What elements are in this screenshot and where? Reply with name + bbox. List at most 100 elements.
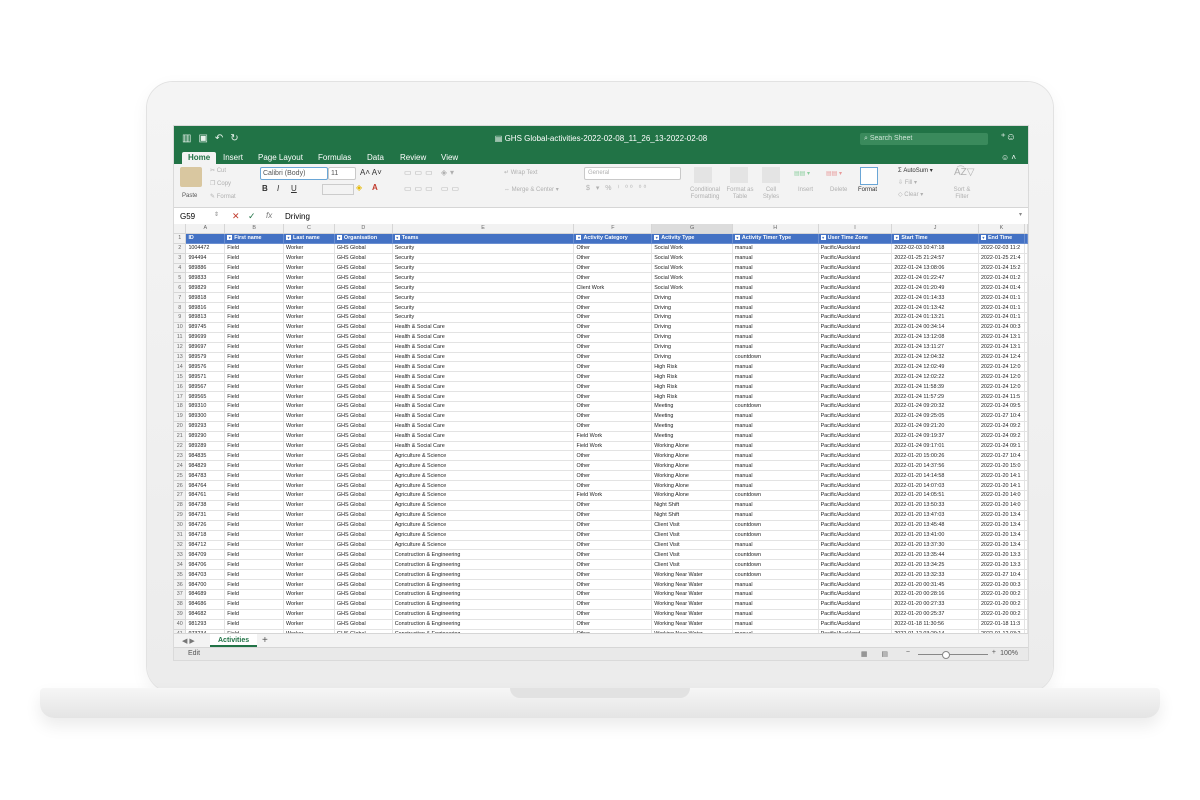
table-cell[interactable]: 989579 xyxy=(185,352,226,363)
table-cell[interactable]: Client Visit xyxy=(651,549,733,561)
table-cell[interactable]: Working Near Water xyxy=(651,589,733,600)
table-cell[interactable]: Pacific/Auckland xyxy=(818,480,893,492)
table-cell[interactable]: Field xyxy=(224,569,285,581)
table-cell[interactable]: 984718 xyxy=(185,530,226,541)
insert-button[interactable]: Insert xyxy=(798,187,813,193)
table-cell[interactable]: Working Near Water xyxy=(651,609,733,620)
align-top-icons[interactable]: ▭▭▭ ◈▾ xyxy=(404,168,457,177)
table-cell[interactable]: Worker xyxy=(283,391,335,403)
table-cell[interactable]: Other xyxy=(573,480,653,492)
table-cell[interactable]: GHS Global xyxy=(334,540,393,551)
table-cell[interactable]: Field xyxy=(224,609,285,620)
row-header[interactable]: 9 xyxy=(174,312,187,323)
table-cell[interactable]: Field xyxy=(224,342,285,353)
table-cell[interactable]: GHS Global xyxy=(334,500,393,511)
table-cell[interactable]: GHS Global xyxy=(334,559,393,571)
empty-cell[interactable] xyxy=(1024,500,1028,511)
sheet-tab-activities[interactable]: Activities xyxy=(210,634,258,647)
bold-button[interactable]: B xyxy=(262,184,268,193)
table-cell[interactable]: 2022-01-20 14:05:51 xyxy=(891,490,979,501)
table-cell[interactable]: Security xyxy=(392,243,575,254)
table-cell[interactable]: Worker xyxy=(283,371,335,383)
table-cell[interactable]: 989697 xyxy=(185,342,226,353)
table-cell[interactable]: Other xyxy=(573,352,653,363)
cell-styles-icon[interactable] xyxy=(762,167,780,183)
table-cell[interactable]: GHS Global xyxy=(334,510,393,521)
function-icon[interactable]: fx xyxy=(266,211,272,220)
table-cell[interactable]: GHS Global xyxy=(334,460,393,472)
table-cell[interactable]: Pacific/Auckland xyxy=(818,549,893,561)
table-cell[interactable]: GHS Global xyxy=(334,619,393,630)
cancel-icon[interactable]: ✕ xyxy=(232,211,240,222)
row-header[interactable]: 16 xyxy=(174,381,187,393)
table-cell[interactable]: Field xyxy=(224,619,285,630)
table-cell[interactable]: 2022-01-24 12:02:49 xyxy=(891,361,979,373)
table-cell[interactable]: Field xyxy=(224,282,285,294)
table-cell[interactable]: Pacific/Auckland xyxy=(818,282,893,294)
table-cell[interactable]: 2022-01-24 09:21:20 xyxy=(891,421,979,432)
empty-cell[interactable] xyxy=(1024,589,1028,600)
table-cell[interactable]: Health & Social Care xyxy=(392,352,575,363)
table-cell[interactable]: Health & Social Care xyxy=(392,342,575,353)
table-cell[interactable]: 2022-01-20 00:2 xyxy=(978,609,1026,620)
table-cell[interactable]: manual xyxy=(732,282,819,294)
table-cell[interactable]: 2022-01-24 11:57:29 xyxy=(891,391,979,403)
table-cell[interactable]: 2022-01-24 01:2 xyxy=(978,272,1026,284)
table-cell[interactable]: Other xyxy=(573,322,653,333)
table-cell[interactable]: Other xyxy=(573,450,653,462)
table-cell[interactable]: Field xyxy=(224,292,285,304)
column-header[interactable]: K xyxy=(978,224,1026,234)
fill-color-icon[interactable]: ◈ xyxy=(356,183,362,192)
empty-cell[interactable] xyxy=(1024,302,1028,314)
empty-cell[interactable] xyxy=(1024,312,1028,323)
table-cell[interactable]: Health & Social Care xyxy=(392,411,575,422)
autosum-button[interactable]: Σ AutoSum ▾ xyxy=(898,167,933,174)
table-cell[interactable]: GHS Global xyxy=(334,431,393,442)
sort-filter-button[interactable]: Sort & Filter xyxy=(948,187,976,201)
empty-cell[interactable] xyxy=(1024,559,1028,571)
table-cell[interactable]: 984731 xyxy=(185,510,226,521)
table-cell[interactable]: Other xyxy=(573,381,653,393)
table-cell[interactable]: Pacific/Auckland xyxy=(818,559,893,571)
tab-insert[interactable]: Insert xyxy=(223,152,243,164)
table-cell[interactable]: Agriculture & Science xyxy=(392,450,575,462)
table-cell[interactable]: 2022-01-20 13:4 xyxy=(978,540,1026,551)
table-cell[interactable]: Client Visit xyxy=(651,530,733,541)
table-cell[interactable]: 2022-01-20 14:37:56 xyxy=(891,460,979,472)
column-header[interactable]: I xyxy=(818,224,893,234)
empty-cell[interactable] xyxy=(1024,272,1028,284)
column-header[interactable]: E xyxy=(392,224,575,234)
filter-dropdown-icon[interactable]: ▾ xyxy=(336,235,342,241)
table-cell[interactable]: Worker xyxy=(283,559,335,571)
expand-formula-icon[interactable]: ▾ xyxy=(1019,211,1022,218)
table-cell[interactable]: 2022-01-24 09:17:01 xyxy=(891,441,979,452)
table-cell[interactable]: Working Alone xyxy=(651,441,733,452)
zoom-level[interactable]: 100% xyxy=(1000,650,1018,657)
table-cell[interactable]: 2022-01-20 15:00:26 xyxy=(891,450,979,462)
empty-cell[interactable] xyxy=(1024,243,1028,254)
sheet-nav-arrows-icon[interactable]: ◀ ▶ xyxy=(182,637,195,645)
table-cell[interactable]: 989886 xyxy=(185,263,226,274)
empty-cell[interactable] xyxy=(1024,450,1028,462)
table-cell[interactable]: 989567 xyxy=(185,381,226,393)
table-cell[interactable]: Pacific/Auckland xyxy=(818,619,893,630)
table-cell[interactable]: Worker xyxy=(283,312,335,323)
table-cell[interactable]: Pacific/Auckland xyxy=(818,589,893,600)
filter-dropdown-icon[interactable]: ▾ xyxy=(980,235,986,241)
table-cell[interactable]: 2022-01-20 14:1 xyxy=(978,470,1026,482)
conditional-formatting-button[interactable]: Conditional Formatting xyxy=(686,187,724,201)
table-cell[interactable]: High Risk xyxy=(651,361,733,373)
table-cell[interactable]: 2022-01-24 01:1 xyxy=(978,302,1026,314)
table-cell[interactable]: Field xyxy=(224,253,285,264)
table-cell[interactable]: Other xyxy=(573,312,653,323)
table-cell[interactable]: Construction & Engineering xyxy=(392,619,575,630)
table-cell[interactable]: Worker xyxy=(283,441,335,452)
table-cell[interactable]: 989289 xyxy=(185,441,226,452)
table-cell[interactable]: 2022-01-24 13:08:06 xyxy=(891,263,979,274)
table-cell[interactable]: Field xyxy=(224,381,285,393)
filter-dropdown-icon[interactable]: ▾ xyxy=(394,235,400,241)
table-cell[interactable]: GHS Global xyxy=(334,272,393,284)
empty-cell[interactable] xyxy=(1024,322,1028,333)
table-cell[interactable]: 2022-01-20 00:31:45 xyxy=(891,579,979,590)
tab-review[interactable]: Review xyxy=(400,152,426,164)
